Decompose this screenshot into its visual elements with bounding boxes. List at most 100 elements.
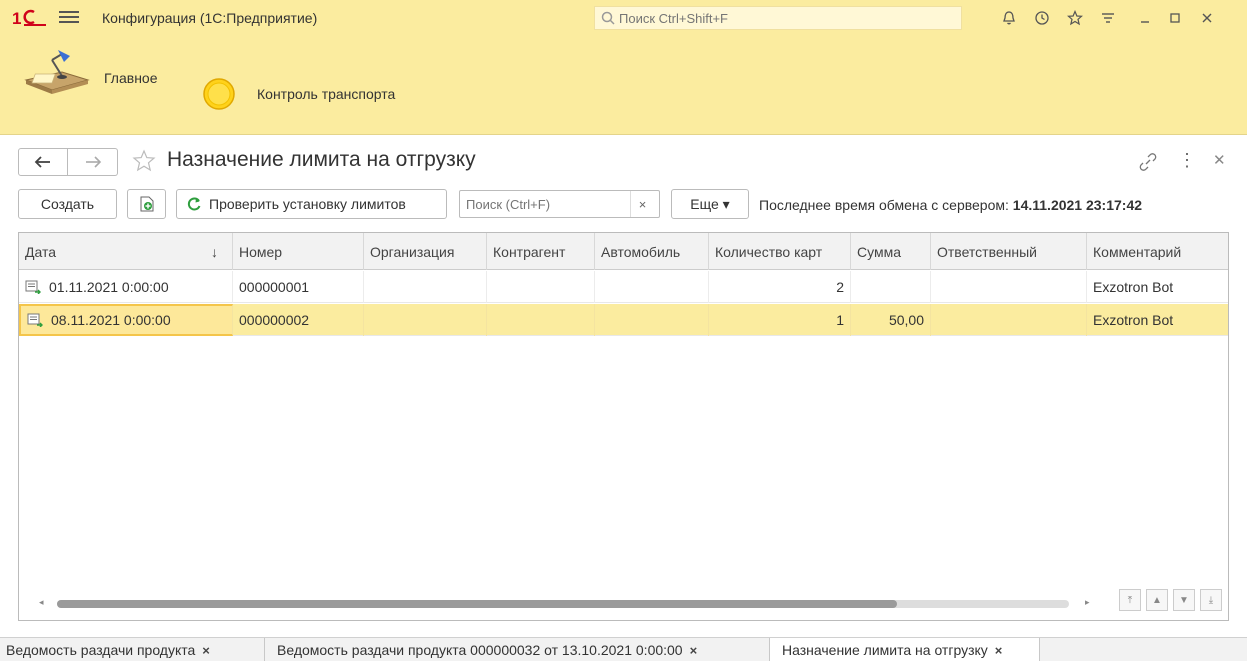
section-transport-control[interactable]: Контроль транспорта (201, 76, 395, 112)
cell-comment[interactable]: Exzotron Bot (1087, 304, 1228, 336)
refresh-icon (187, 197, 201, 211)
list-search-input[interactable] (460, 196, 630, 212)
close-tab-icon[interactable]: × (995, 643, 1003, 658)
navigation-buttons (18, 148, 124, 176)
cell-date[interactable]: 08.11.2021 0:00:00 (19, 304, 233, 336)
cell-date-text: 01.11.2021 0:00:00 (49, 279, 169, 295)
cell-counterparty[interactable] (487, 304, 595, 336)
exchange-time: 14.11.2021 23:17:42 (1012, 197, 1143, 213)
cell-comment[interactable]: Exzotron Bot (1087, 271, 1228, 303)
add-document-icon (140, 196, 153, 212)
svg-text:1: 1 (12, 9, 21, 28)
scroll-left-icon[interactable]: ◂ (39, 597, 44, 608)
column-header-number[interactable]: Номер (233, 233, 364, 270)
cell-organization[interactable] (364, 271, 487, 303)
cell-car[interactable] (595, 304, 709, 336)
cell-date-text: 08.11.2021 0:00:00 (51, 312, 171, 328)
document-posted-icon (25, 280, 41, 294)
link-icon[interactable] (1138, 152, 1158, 172)
window-tab[interactable]: Ведомость раздачи продукта × (0, 638, 265, 661)
column-header-comment[interactable]: Комментарий (1087, 233, 1228, 270)
search-icon (601, 11, 615, 25)
window-tab-active[interactable]: Назначение лимита на отгрузку × (770, 638, 1040, 661)
table-row-selected[interactable]: 08.11.2021 0:00:00 000000002 1 50,00 Exz… (19, 304, 1228, 336)
form-close-icon[interactable]: ✕ (1213, 151, 1226, 169)
add-file-button[interactable] (127, 189, 166, 219)
cell-organization[interactable] (364, 304, 487, 336)
section-main[interactable]: Главное (22, 50, 158, 96)
column-header-date[interactable]: Дата ↓ (19, 233, 233, 270)
history-icon[interactable] (1033, 9, 1051, 27)
form-title: Назначение лимита на отгрузку (167, 148, 476, 171)
column-header-car[interactable]: Автомобиль (595, 233, 709, 270)
close-tab-icon[interactable]: × (202, 643, 210, 658)
settings-menu-icon[interactable] (1099, 9, 1117, 27)
table-row[interactable]: 01.11.2021 0:00:00 000000001 2 Exzotron … (19, 271, 1228, 303)
cell-sum[interactable] (851, 271, 931, 303)
cell-number[interactable]: 000000001 (233, 271, 364, 303)
cell-responsible[interactable] (931, 271, 1087, 303)
cell-date[interactable]: 01.11.2021 0:00:00 (19, 271, 233, 303)
arrow-left-icon (34, 156, 50, 168)
scroll-down-button[interactable]: ▼ (1173, 589, 1195, 611)
scroll-to-top-button[interactable]: ⤒ (1119, 589, 1141, 611)
desk-lamp-icon (24, 50, 90, 94)
global-search-input[interactable] (619, 10, 949, 26)
scroll-up-button[interactable]: ▲ (1146, 589, 1168, 611)
arrow-right-icon (85, 156, 101, 168)
exchange-info: Последнее время обмена с сервером: 14.11… (759, 197, 1142, 213)
list-search-field[interactable]: × (459, 190, 660, 218)
close-tab-icon[interactable]: × (690, 643, 698, 658)
more-actions-icon[interactable]: ⋮ (1178, 150, 1196, 171)
cell-responsible[interactable] (931, 304, 1087, 336)
check-limits-label: Проверить установку лимитов (209, 196, 406, 212)
maximize-icon[interactable] (1166, 9, 1184, 27)
window-tab-label: Назначение лимита на отгрузку (782, 642, 988, 658)
favorite-star-icon[interactable] (132, 149, 156, 173)
star-icon[interactable] (1066, 9, 1084, 27)
document-posted-icon (27, 313, 43, 327)
open-windows-bar: Ведомость раздачи продукта × Ведомость р… (0, 637, 1247, 661)
back-button[interactable] (18, 148, 68, 176)
cell-car[interactable] (595, 271, 709, 303)
main-menu-icon[interactable] (59, 8, 79, 28)
column-header-counterparty[interactable]: Контрагент (487, 233, 595, 270)
cell-counterparty[interactable] (487, 271, 595, 303)
app-title: Конфигурация (1С:Предприятие) (102, 10, 318, 26)
column-header-responsible[interactable]: Ответственный (931, 233, 1087, 270)
cell-cards[interactable]: 2 (709, 271, 851, 303)
title-bar: 1 Конфигурация (1С:Предприятие) (0, 0, 1247, 36)
sections-panel: Главное Контроль транспорта (0, 36, 1247, 135)
minimize-icon[interactable] (1136, 9, 1154, 27)
documents-table: Дата ↓ Номер Организация Контрагент Авто… (18, 232, 1229, 621)
window-tab[interactable]: Ведомость раздачи продукта 000000032 от … (265, 638, 770, 661)
yellow-circle-icon (203, 78, 235, 110)
window-tab-label: Ведомость раздачи продукта 000000032 от … (277, 642, 683, 658)
more-button[interactable]: Еще ▾ (671, 189, 749, 219)
section-transport-control-label: Контроль транспорта (257, 86, 396, 102)
create-button[interactable]: Создать (18, 189, 117, 219)
horizontal-scrollbar[interactable]: ◂ ▸ (19, 595, 1114, 611)
search-clear-button[interactable]: × (630, 191, 654, 217)
sort-down-icon: ↓ (211, 243, 218, 260)
window-tab-label: Ведомость раздачи продукта (6, 642, 196, 658)
table-header: Дата ↓ Номер Организация Контрагент Авто… (19, 233, 1228, 270)
scroll-to-bottom-button[interactable]: ⤓ (1200, 589, 1222, 611)
column-header-organization[interactable]: Организация (364, 233, 487, 270)
cell-number[interactable]: 000000002 (233, 304, 364, 336)
cell-sum[interactable]: 50,00 (851, 304, 931, 336)
global-search[interactable] (594, 6, 962, 30)
column-header-sum[interactable]: Сумма (851, 233, 931, 270)
close-icon[interactable] (1198, 9, 1216, 27)
forward-button[interactable] (68, 148, 118, 176)
scroll-thumb[interactable] (57, 600, 897, 608)
section-main-label: Главное (104, 70, 158, 86)
1c-logo-icon: 1 (12, 9, 46, 28)
column-header-cards[interactable]: Количество карт (709, 233, 851, 270)
scroll-right-icon[interactable]: ▸ (1085, 597, 1090, 608)
exchange-label: Последнее время обмена с сервером: (759, 197, 1009, 213)
cell-cards[interactable]: 1 (709, 304, 851, 336)
column-header-date-label: Дата (25, 243, 57, 260)
check-limits-button[interactable]: Проверить установку лимитов (176, 189, 447, 219)
bell-icon[interactable] (1000, 9, 1018, 27)
